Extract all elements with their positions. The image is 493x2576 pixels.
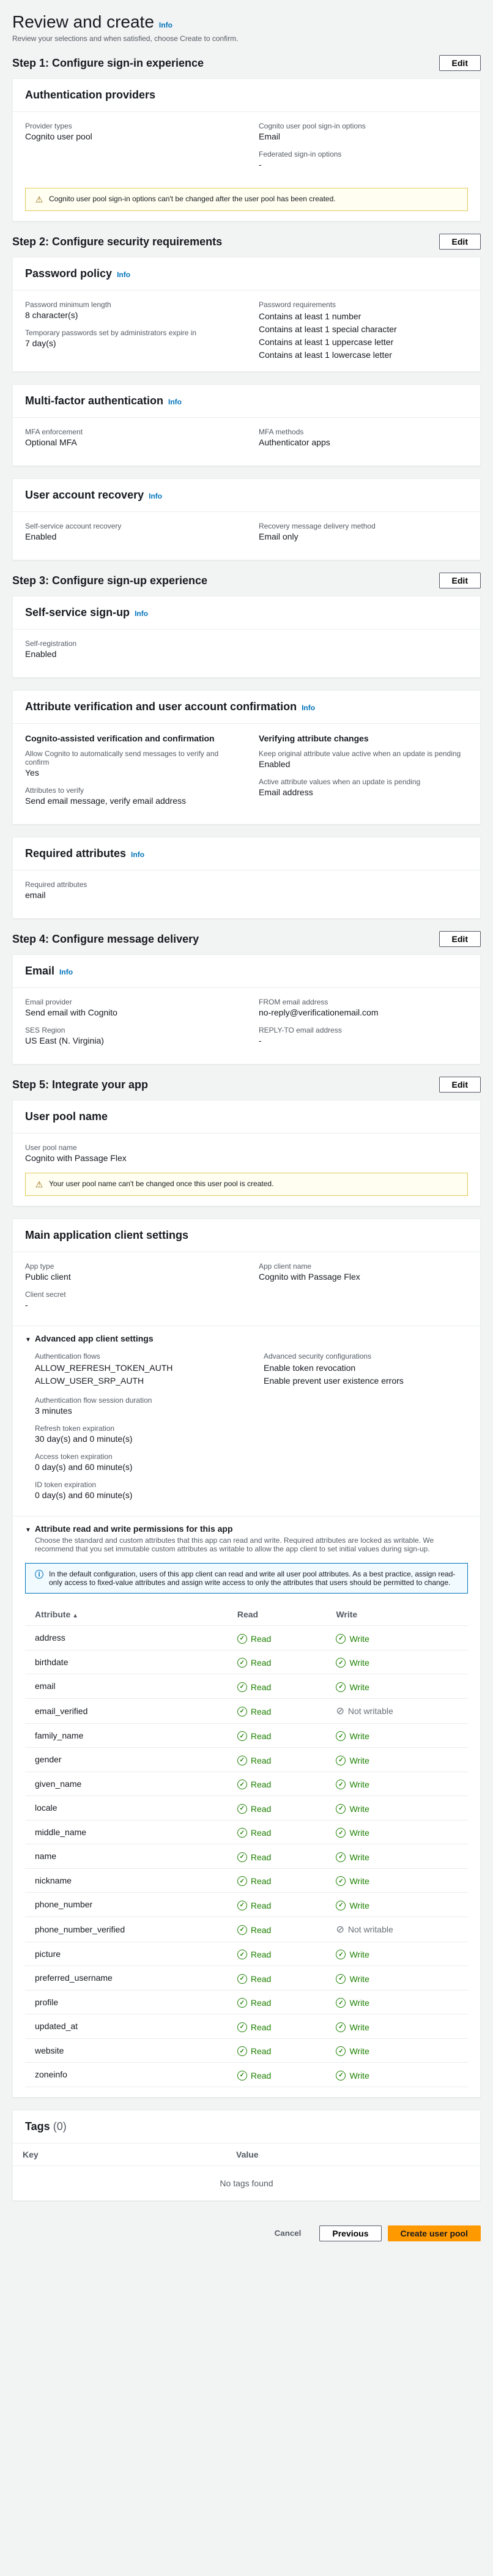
info-icon [34,1570,44,1579]
pool-name-warning: Your user pool name can't be changed onc… [25,1173,468,1196]
table-row: family_nameReadWrite [25,1723,468,1748]
table-row: nameReadWrite [25,1844,468,1869]
attr-verify-hdr: Attribute verification and user account … [13,691,480,724]
info-link[interactable]: Info [135,609,148,618]
col-read[interactable]: Read [228,1603,327,1626]
edit-step5[interactable]: Edit [439,1077,481,1093]
info-link[interactable]: Info [149,492,162,500]
step1-title: Step 1: Configure sign-in experience [12,57,204,70]
pwd-policy-hdr: Password policyInfo [13,258,480,291]
page-title: Review and createInfo [12,12,481,32]
cancel-button[interactable]: Cancel [262,2225,314,2241]
table-row: phone_numberReadWrite [25,1893,468,1917]
pool-name-hdr: User pool name [13,1101,480,1134]
col-write[interactable]: Write [326,1603,468,1626]
table-row: websiteReadWrite [25,2038,468,2063]
caret-down-icon [25,1334,31,1343]
tags-table: KeyValue [13,2144,480,2166]
caret-down-icon [25,1524,31,1534]
info-link[interactable]: Info [117,270,130,279]
table-row: localeReadWrite [25,1796,468,1821]
page-desc: Review your selections and when satisfie… [12,34,481,43]
table-row: nicknameReadWrite [25,1868,468,1893]
recovery-hdr: User account recoveryInfo [13,479,480,512]
signin-warning: Cognito user pool sign-in options can't … [25,188,468,211]
info-link[interactable]: Info [302,703,315,712]
info-link[interactable]: Info [159,21,172,29]
step5-title: Step 5: Integrate your app [12,1078,148,1091]
req-attr-hdr: Required attributesInfo [13,837,480,870]
adv-client-toggle[interactable]: Advanced app client settings [25,1334,468,1343]
table-row: preferred_usernameReadWrite [25,1966,468,1991]
main-client-hdr: Main application client settings [13,1219,480,1252]
step2-title: Step 2: Configure security requirements [12,236,222,248]
info-link[interactable]: Info [131,850,144,859]
mfa-hdr: Multi-factor authenticationInfo [13,385,480,418]
warning-icon [34,1179,44,1189]
attributes-table: AttributeReadWrite addressReadWritebirth… [25,1603,468,2087]
table-row: middle_nameReadWrite [25,1820,468,1844]
table-row: genderReadWrite [25,1748,468,1772]
col-attribute[interactable]: Attribute [25,1603,228,1626]
perm-info: In the default configuration, users of t… [25,1563,468,1594]
perm-toggle[interactable]: Attribute read and write permissions for… [25,1524,468,1534]
tags-hdr: Tags (0) [13,2110,480,2144]
table-row: zoneinfoReadWrite [25,2063,468,2087]
step3-title: Step 3: Configure sign-up experience [12,574,207,587]
auth-providers-hdr: Authentication providers [13,79,480,112]
previous-button[interactable]: Previous [319,2225,381,2241]
step4-title: Step 4: Configure message delivery [12,933,199,946]
tags-empty: No tags found [13,2166,480,2200]
table-row: birthdateReadWrite [25,1650,468,1674]
table-row: pictureReadWrite [25,1942,468,1966]
table-row: phone_number_verifiedReadNot writable [25,1917,468,1942]
table-row: email_verifiedReadNot writable [25,1698,468,1723]
edit-step4[interactable]: Edit [439,931,481,947]
table-row: addressReadWrite [25,1626,468,1650]
table-row: emailReadWrite [25,1674,468,1699]
table-row: updated_atReadWrite [25,2014,468,2039]
edit-step2[interactable]: Edit [439,234,481,250]
ss-signup-hdr: Self-service sign-upInfo [13,596,480,629]
email-hdr: EmailInfo [13,955,480,988]
edit-step1[interactable]: Edit [439,55,481,71]
info-link[interactable]: Info [168,398,182,406]
create-button[interactable]: Create user pool [388,2225,481,2241]
info-link[interactable]: Info [59,968,73,976]
table-row: given_nameReadWrite [25,1772,468,1796]
warning-icon [34,195,44,204]
table-row: profileReadWrite [25,1990,468,2014]
edit-step3[interactable]: Edit [439,573,481,588]
